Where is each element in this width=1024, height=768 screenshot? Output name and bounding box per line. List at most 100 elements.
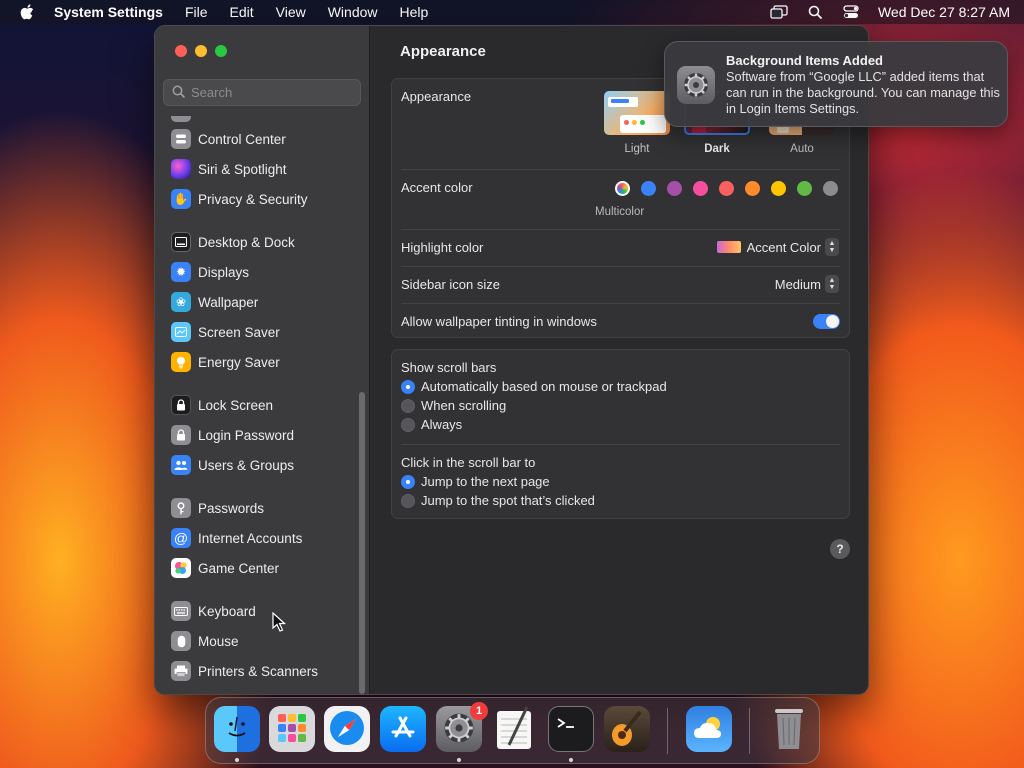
siri-icon [171,159,191,179]
app-menu[interactable]: System Settings [54,4,163,20]
dock-trash[interactable] [766,706,812,752]
dock-garageband[interactable] [604,706,650,752]
sidebar: Control Center Siri & Spotlight ✋ Privac… [155,26,370,694]
menu-file[interactable]: File [185,4,208,20]
scroll-bars-when-scrolling-radio[interactable]: When scrolling [401,398,506,413]
dock-textedit[interactable] [492,705,538,752]
radio-label: Jump to the next page [421,474,550,489]
minimize-button[interactable] [195,45,207,57]
accent-green-swatch[interactable] [797,181,812,196]
accent-yellow-swatch[interactable] [771,181,786,196]
jump-to-spot-radio[interactable]: Jump to the spot that’s clicked [401,493,595,508]
menu-edit[interactable]: Edit [230,4,254,20]
radio-button[interactable] [401,417,415,432]
chevron-updown-icon: ▲ ▼ [825,275,839,293]
accent-pink-swatch[interactable] [693,181,708,196]
sidebar-item-privacy-security[interactable]: ✋ Privacy & Security [171,186,308,212]
notification-badge: 1 [470,702,488,720]
dock-finder[interactable] [214,706,260,752]
radio-button-selected[interactable] [401,379,415,394]
sidebar-item-screen-saver[interactable]: Screen Saver [171,319,280,345]
accent-purple-swatch[interactable] [667,181,682,196]
sidebar-item-label: Login Password [198,427,295,443]
accent-red-swatch[interactable] [719,181,734,196]
dock-terminal[interactable] [548,706,594,752]
control-center-icon[interactable] [842,5,860,19]
sidebar-item-login-password[interactable]: Login Password [171,422,294,448]
scroll-bars-automatic-radio[interactable]: Automatically based on mouse or trackpad [401,379,667,394]
sidebar-item-label: Desktop & Dock [198,234,295,250]
radio-button[interactable] [401,398,415,413]
flower-icon: ❀ [171,292,191,312]
sidebar-icon-size-popup[interactable]: Medium ▲ ▼ [775,275,839,293]
running-indicator [235,758,239,762]
dock-weather[interactable] [686,706,732,752]
accent-orange-swatch[interactable] [745,181,760,196]
screen-mirroring-icon[interactable] [770,5,788,19]
printer-icon [171,661,191,681]
notification-banner[interactable]: Background Items Added Software from “Go… [664,41,1008,127]
dock-separator [667,708,668,754]
sidebar-item-siri-spotlight[interactable]: Siri & Spotlight [171,156,287,182]
close-button[interactable] [175,45,187,57]
sidebar-item-label: Printers & Scanners [198,663,319,679]
wallpaper-tinting-label: Allow wallpaper tinting in windows [401,314,597,329]
radio-button-selected[interactable] [401,474,415,489]
sidebar-scrollbar[interactable] [359,392,365,694]
accent-multicolor-caption: Multicolor [595,206,645,218]
dock-safari[interactable] [324,706,370,752]
weather-cloud-sun-icon [691,713,727,746]
menu-help[interactable]: Help [400,4,429,20]
sidebar-item-label: Wallpaper [198,294,259,310]
appearance-light-thumbnail[interactable] [604,91,670,135]
sidebar-item-partial-icon [171,116,191,122]
accent-graphite-swatch[interactable] [823,181,838,196]
menu-window[interactable]: Window [328,4,378,20]
sun-icon: ✹ [171,262,191,282]
guitar-icon [609,708,645,751]
menu-view[interactable]: View [276,4,306,20]
search-input[interactable] [191,85,351,100]
sidebar-item-control-center[interactable]: Control Center [171,126,286,152]
sidebar-item-wallpaper[interactable]: ❀ Wallpaper [171,289,258,315]
sidebar-item-label: Siri & Spotlight [198,161,287,177]
highlight-color-popup[interactable]: Accent Color ▲ ▼ [716,238,839,256]
sidebar-item-game-center[interactable]: Game Center [171,555,279,581]
sidebar-icon-size-label: Sidebar icon size [401,277,500,292]
apple-menu-icon[interactable] [14,4,40,20]
appearance-light-label: Light [624,143,650,155]
menu-bar: System Settings File Edit View Window He… [0,0,1024,24]
radio-label: Automatically based on mouse or trackpad [421,379,667,394]
sidebar-item-internet-accounts[interactable]: @ Internet Accounts [171,525,302,551]
sidebar-item-displays[interactable]: ✹ Displays [171,259,249,285]
sidebar-item-lock-screen[interactable]: Lock Screen [171,392,273,418]
jump-next-page-radio[interactable]: Jump to the next page [401,474,550,489]
dock-app-store[interactable] [380,706,426,752]
accent-blue-swatch[interactable] [641,181,656,196]
sidebar-item-label: Lock Screen [198,397,274,413]
trash-icon [769,705,809,754]
accent-multicolor-swatch[interactable] [615,181,630,196]
sidebar-item-desktop-dock[interactable]: Desktop & Dock [171,229,295,255]
zoom-button[interactable] [215,45,227,57]
dock-launchpad[interactable] [269,706,315,752]
menu-bar-clock[interactable]: Wed Dec 27 8:27 AM [878,4,1010,20]
notification-body: Software from “Google LLC” added items t… [726,69,1000,116]
sidebar-item-keyboard[interactable]: Keyboard [171,598,256,624]
sidebar-item-printers-scanners[interactable]: Printers & Scanners [171,658,318,684]
help-button[interactable]: ? [830,539,850,559]
spotlight-search-icon[interactable] [806,5,824,19]
mouse-icon [171,631,191,651]
highlight-color-value: Accent Color [746,239,821,255]
sidebar-item-energy-saver[interactable]: Energy Saver [171,349,280,375]
sidebar-item-mouse[interactable]: Mouse [171,628,239,654]
keyboard-icon [171,601,191,621]
lock-icon [171,395,191,415]
sidebar-item-passwords[interactable]: Passwords [171,495,264,521]
radio-button[interactable] [401,493,415,508]
search-field[interactable] [163,79,361,106]
scroll-bars-always-radio[interactable]: Always [401,417,462,432]
wallpaper-tinting-toggle[interactable] [813,314,840,329]
sidebar-item-users-groups[interactable]: Users & Groups [171,452,294,478]
sidebar-item-label: Game Center [198,560,280,576]
